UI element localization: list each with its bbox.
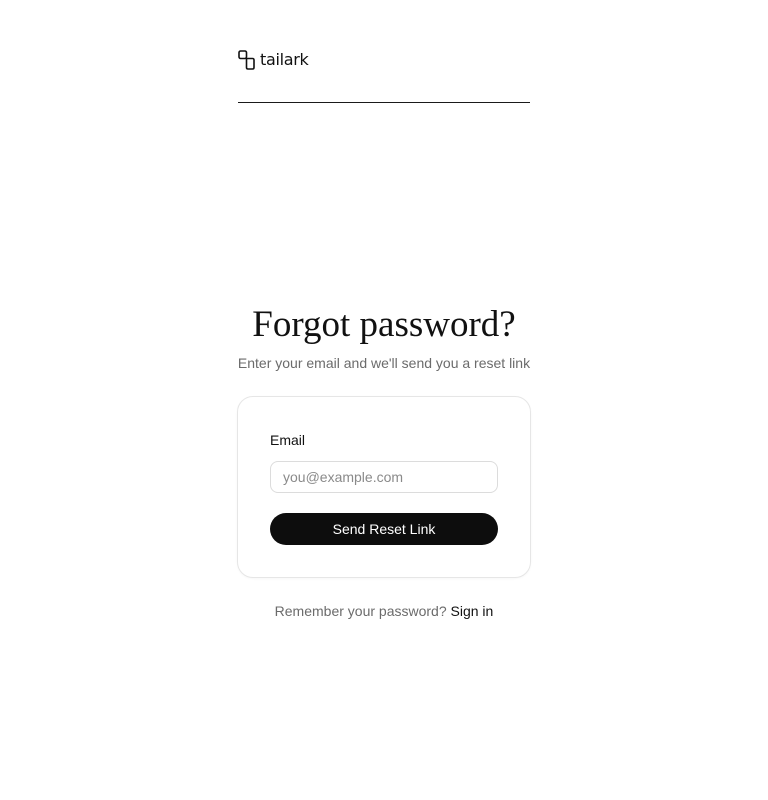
brand-logo[interactable]: tailark [238, 50, 309, 70]
signin-prompt-text: Remember your password? [274, 603, 447, 619]
page-title: Forgot password? [252, 304, 516, 345]
signin-prompt: Remember your password? Sign in [0, 602, 768, 620]
reset-password-form: Email Send Reset Link [237, 396, 531, 578]
email-input[interactable] [270, 461, 498, 493]
brand-name: tailark [260, 50, 309, 69]
page-subtitle: Enter your email and we'll send you a re… [237, 355, 531, 371]
send-reset-link-button[interactable]: Send Reset Link [270, 513, 498, 545]
site-header: tailark [238, 46, 530, 103]
signin-link[interactable]: Sign in [451, 603, 494, 619]
tailark-logo-icon [238, 50, 255, 70]
email-label: Email [270, 432, 306, 448]
